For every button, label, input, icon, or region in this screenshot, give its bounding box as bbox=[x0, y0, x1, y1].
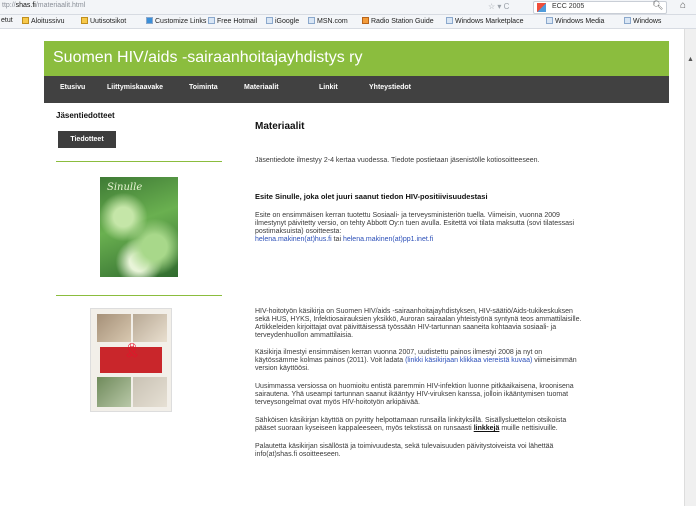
divider bbox=[56, 295, 222, 296]
red-ribbon-icon: 🎗︎ bbox=[123, 342, 141, 358]
scroll-up-icon[interactable]: ▲ bbox=[687, 56, 694, 63]
or-text: tai bbox=[331, 236, 343, 243]
bookmark-item[interactable]: Radio Station Guide bbox=[362, 17, 434, 25]
bookmark-label: Windows Marketplace bbox=[455, 18, 524, 25]
nav-yhteystiedot[interactable]: Yhteystiedot bbox=[369, 84, 411, 91]
paragraph-kasikirja: HIV-hoitotyön käsikirja on Suomen HIV/ai… bbox=[255, 308, 582, 339]
paragraph-esite: Esite on ensimmäisen kerran tuotettu Sos… bbox=[255, 212, 585, 244]
page-icon bbox=[266, 17, 273, 24]
sidebar-title: Jäsentiedotteet bbox=[56, 111, 115, 120]
search-engine-icon[interactable] bbox=[537, 3, 546, 12]
bookmark-item[interactable]: Uutisotsikot bbox=[81, 17, 126, 25]
nav-etusivu[interactable]: Etusivu bbox=[60, 84, 85, 91]
bookmark-label: Free Hotmail bbox=[217, 18, 258, 25]
bookmark-item[interactable]: Free Hotmail bbox=[208, 17, 257, 25]
page-title: Materiaalit bbox=[255, 121, 305, 132]
search-text: ECC 2005 bbox=[552, 3, 585, 10]
cover-photo bbox=[97, 314, 131, 342]
bookmark-label: Customize Links bbox=[155, 18, 207, 25]
cover-photo bbox=[133, 314, 167, 342]
paragraph-sahkoinen: Sähköisen käsikirjan käyttöä on pyritty … bbox=[255, 417, 585, 433]
email-link-hus[interactable]: helena.makinen(at)hus.fi bbox=[255, 236, 332, 243]
reload-star-buttons[interactable]: ☆ ▾ C bbox=[488, 2, 509, 11]
bookmark-icon bbox=[81, 17, 88, 24]
bookmark-label: Aloitussivu bbox=[31, 18, 65, 25]
bookmark-label: Windows Media bbox=[555, 18, 605, 25]
search-input[interactable]: ECC 2005 bbox=[533, 1, 667, 14]
kasikirja-cover-image[interactable]: 🎗︎ bbox=[90, 308, 172, 412]
cover-photo bbox=[133, 377, 167, 407]
paragraph-uusimmassa: Uusimmassa versiossa on huomioitu entist… bbox=[255, 383, 574, 406]
nav-liittymiskaavake[interactable]: Liittymiskaavake bbox=[107, 84, 163, 91]
paragraph-palautetta: Palautetta käsikirjan sisällöstä ja toim… bbox=[255, 443, 554, 458]
vertical-scrollbar[interactable]: ▲ bbox=[684, 29, 696, 506]
bookmark-label: Windows bbox=[633, 18, 662, 25]
search-icon[interactable]: 🔍︎ bbox=[652, 0, 663, 11]
address-bar[interactable]: ttp://shas.fi/materiaalit.html ☆ ▾ C ECC… bbox=[0, 0, 696, 15]
bookmark-item[interactable]: Aloitussivu bbox=[22, 17, 64, 25]
divider bbox=[56, 161, 222, 162]
url-text[interactable]: ttp://shas.fi/materiaalit.html bbox=[2, 2, 85, 9]
bookmark-label: Radio Station Guide bbox=[371, 18, 434, 25]
cover-title: Sinulle bbox=[107, 182, 143, 193]
esite-cover-image[interactable]: Sinulle bbox=[100, 177, 178, 277]
bookmark-icon bbox=[146, 17, 153, 24]
bookmark-label: MSN.com bbox=[317, 18, 348, 25]
bookmark-icon bbox=[362, 17, 369, 24]
tiedotteet-button[interactable]: Tiedotteet bbox=[58, 131, 116, 148]
linkkeja-link[interactable]: linkkejä bbox=[474, 425, 500, 432]
bookmarks-bar: etut Aloitussivu Uutisotsikot Customize … bbox=[0, 15, 696, 29]
main-nav: Etusivu Liittymiskaavake Toiminta Materi… bbox=[44, 76, 669, 103]
bookmark-item[interactable]: Customize Links bbox=[146, 17, 206, 25]
nav-materiaalit[interactable]: Materiaalit bbox=[244, 84, 279, 91]
bookmark-item[interactable]: Windows bbox=[624, 17, 661, 25]
nav-linkit[interactable]: Linkit bbox=[319, 84, 338, 91]
bookmark-item[interactable]: MSN.com bbox=[308, 17, 348, 25]
bookmark-label: iGoogle bbox=[275, 18, 300, 25]
nav-toiminta[interactable]: Toiminta bbox=[189, 84, 218, 91]
email-link-inet[interactable]: helena.makinen(at)pp1.inet.fi bbox=[343, 236, 433, 243]
home-icon[interactable]: ⌂ bbox=[680, 0, 686, 11]
kasikirja-link[interactable]: (linkki käsikirjaan klikkaa viereistä ku… bbox=[405, 357, 532, 364]
url-host: shas.fi bbox=[15, 2, 36, 9]
bookmark-item[interactable]: Windows Marketplace bbox=[446, 17, 523, 25]
url-path: /materiaalit.html bbox=[35, 2, 86, 9]
url-scheme: ttp:// bbox=[2, 2, 16, 9]
bookmark-icon bbox=[22, 17, 29, 24]
esite-heading: Esite Sinulle, joka olet juuri saanut ti… bbox=[255, 192, 488, 201]
site-title[interactable]: Suomen HIV/aids -sairaanhoitajayhdistys … bbox=[53, 49, 362, 67]
esite-text: Esite on ensimmäisen kerran tuotettu Sos… bbox=[255, 212, 575, 235]
bookmark-label: etut bbox=[1, 17, 13, 24]
page-icon bbox=[624, 17, 631, 24]
page-icon bbox=[546, 17, 553, 24]
bookmark-label: Uutisotsikot bbox=[90, 18, 127, 25]
sahkoinen-text-end: muille nettisivuille. bbox=[499, 425, 558, 432]
page-icon bbox=[208, 17, 215, 24]
page-icon bbox=[308, 17, 315, 24]
bookmark-item[interactable]: iGoogle bbox=[266, 17, 299, 25]
bookmark-item[interactable]: Windows Media bbox=[546, 17, 604, 25]
cover-photo bbox=[97, 377, 131, 407]
bookmark-item[interactable]: etut bbox=[1, 17, 13, 24]
paragraph-jasentiedote: Jäsentiedote ilmestyy 2-4 kertaa vuodess… bbox=[255, 157, 540, 164]
page-icon bbox=[446, 17, 453, 24]
site-header: Suomen HIV/aids -sairaanhoitajayhdistys … bbox=[44, 41, 669, 76]
paragraph-painos: Käsikirja ilmestyi ensimmäisen kerran vu… bbox=[255, 349, 585, 373]
